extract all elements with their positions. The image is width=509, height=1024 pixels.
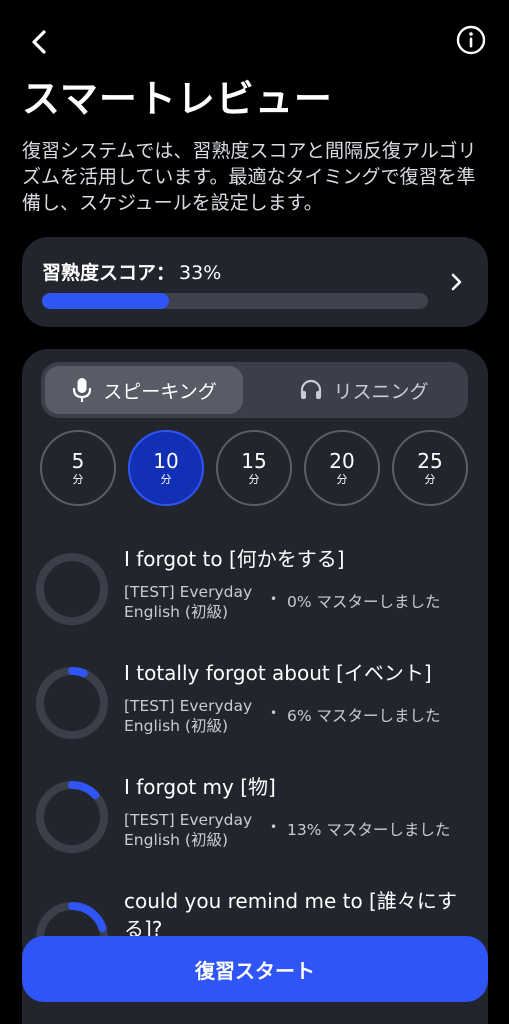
mastery-ring bbox=[36, 781, 108, 853]
mastery-score-card[interactable]: 習熟度スコア： 33% bbox=[22, 237, 488, 327]
review-item-course: [TEST] Everyday English (初級) bbox=[124, 811, 253, 849]
review-item-course: [TEST] Everyday English (初級) bbox=[124, 583, 253, 621]
review-item-mastery: 6% マスターしました bbox=[287, 707, 441, 725]
page-description: 復習システムでは、習熟度スコアと間隔反復アルゴリズムを活用しています。最適なタイ… bbox=[22, 140, 477, 214]
tab-listening-label: リスニング bbox=[333, 380, 429, 403]
tab-speaking-label: スピーキング bbox=[103, 380, 217, 403]
duration-15-button[interactable]: 15 分 bbox=[216, 430, 292, 506]
duration-value: 10 bbox=[153, 449, 179, 473]
duration-value: 5 bbox=[71, 449, 85, 473]
tab-listening[interactable]: リスニング bbox=[265, 366, 463, 414]
duration-unit: 分 bbox=[424, 473, 436, 486]
review-item[interactable]: I totally forgot about [イベント] [TEST] Eve… bbox=[22, 659, 488, 773]
duration-unit: 分 bbox=[336, 473, 348, 486]
microphone-icon bbox=[73, 378, 92, 402]
duration-value: 15 bbox=[241, 449, 267, 473]
duration-value: 25 bbox=[417, 449, 443, 473]
back-button[interactable] bbox=[22, 24, 58, 60]
review-item-mastery: 0% マスターしました bbox=[287, 593, 441, 611]
review-item-title: could you remind me to [誰々にする]? bbox=[124, 889, 458, 941]
chevron-right-icon bbox=[451, 273, 462, 291]
review-settings-panel: スピーキング リスニング 5 分 10 分 15 分 20 分 25 分 I f… bbox=[22, 349, 488, 1024]
duration-20-button[interactable]: 20 分 bbox=[304, 430, 380, 506]
duration-10-button[interactable]: 10 分 bbox=[128, 430, 204, 506]
top-bar bbox=[0, 22, 509, 62]
duration-unit: 分 bbox=[248, 473, 260, 486]
review-item-title: I totally forgot about [イベント] bbox=[124, 661, 432, 685]
review-item-mastery: 13% マスターしました bbox=[287, 821, 451, 839]
duration-unit: 分 bbox=[160, 473, 172, 486]
duration-unit: 分 bbox=[72, 473, 84, 486]
duration-options: 5 分 10 分 15 分 20 分 25 分 bbox=[40, 430, 470, 506]
mastery-progress-track bbox=[42, 293, 428, 309]
duration-value: 20 bbox=[329, 449, 355, 473]
mastery-score-label-text: 習熟度スコア： bbox=[42, 262, 176, 284]
mastery-score-value: 33% bbox=[179, 262, 222, 284]
separator-dot: • bbox=[270, 820, 278, 834]
mastery-ring bbox=[36, 667, 108, 739]
review-item[interactable]: I forgot my [物] [TEST] Everyday English … bbox=[22, 773, 488, 887]
mastery-progress-fill bbox=[42, 293, 170, 309]
info-button[interactable] bbox=[455, 24, 487, 56]
review-item-title: I forgot my [物] bbox=[124, 775, 276, 799]
info-circle-icon bbox=[456, 25, 486, 55]
review-item-course: [TEST] Everyday English (初級) bbox=[124, 697, 253, 735]
chevron-left-icon bbox=[32, 30, 46, 54]
start-review-button[interactable]: 復習スタート bbox=[22, 936, 488, 1002]
review-item-title: I forgot to [何かをする] bbox=[124, 547, 345, 571]
mode-segmented-control: スピーキング リスニング bbox=[41, 362, 468, 418]
tab-speaking[interactable]: スピーキング bbox=[45, 366, 243, 414]
page-title: スマートレビュー bbox=[22, 77, 333, 121]
headphones-icon bbox=[301, 379, 322, 399]
duration-25-button[interactable]: 25 分 bbox=[392, 430, 468, 506]
mastery-score-label: 習熟度スコア： 33% bbox=[42, 258, 221, 285]
mastery-ring bbox=[36, 553, 108, 625]
review-item[interactable]: I forgot to [何かをする] [TEST] Everyday Engl… bbox=[22, 545, 488, 659]
separator-dot: • bbox=[270, 706, 278, 720]
duration-5-button[interactable]: 5 分 bbox=[40, 430, 116, 506]
separator-dot: • bbox=[270, 592, 278, 606]
